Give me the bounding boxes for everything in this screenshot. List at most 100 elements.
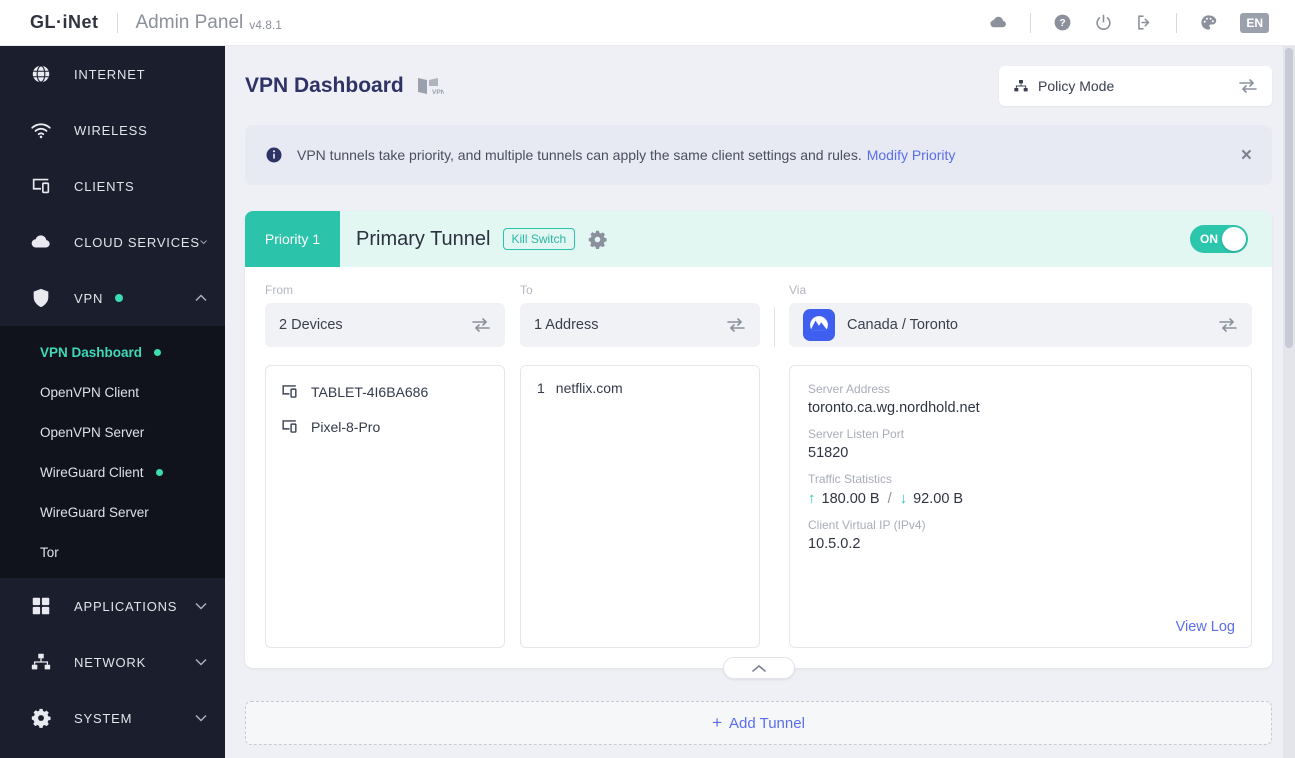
to-column: To 1 Address (520, 283, 760, 347)
kill-switch-badge: Kill Switch (502, 228, 576, 250)
listen-port-value: 51820 (808, 445, 849, 461)
add-tunnel-button[interactable]: + Add Tunnel (245, 701, 1272, 745)
policy-mode-label: Policy Mode (1038, 78, 1115, 94)
submenu-label: Tor (40, 544, 59, 560)
traffic-stats-value: ↑ 180.00 B / ↓ 92.00 B (808, 490, 1233, 507)
tunnel-card-header: Priority 1 Primary Tunnel Kill Switch ON (245, 211, 1272, 267)
gear-icon (31, 708, 51, 728)
topbar-actions: ? EN (989, 12, 1269, 33)
sidebar-item-tor[interactable]: Tor (0, 532, 225, 572)
tunnel-card: Priority 1 Primary Tunnel Kill Switch ON… (245, 211, 1272, 679)
devices-icon (32, 178, 50, 194)
sidebar-item-wireless[interactable]: WIRELESS (0, 102, 225, 158)
vpn-submenu: VPN Dashboard OpenVPN Client OpenVPN Ser… (0, 326, 225, 578)
submenu-label: WireGuard Server (40, 504, 149, 520)
scrollbar-thumb[interactable] (1285, 48, 1293, 348)
sidebar-item-wireguard-client[interactable]: WireGuard Client (0, 452, 225, 492)
globe-icon (32, 65, 50, 83)
upload-value: 180.00 B (821, 490, 880, 507)
vpn-book-icon: VPN (417, 78, 444, 96)
logout-icon[interactable] (1135, 13, 1154, 32)
listen-port-group: Server Listen Port 51820 (808, 427, 1233, 461)
sidebar-item-cloud-services[interactable]: CLOUD SERVICES (0, 214, 225, 270)
close-icon[interactable]: × (1241, 146, 1252, 165)
submenu-label: OpenVPN Server (40, 424, 145, 440)
cloud-icon[interactable] (989, 13, 1008, 32)
language-badge[interactable]: EN (1240, 12, 1269, 33)
topbar-divider (1030, 12, 1032, 33)
sidebar-item-openvpn-client[interactable]: OpenVPN Client (0, 372, 225, 412)
page-scrollbar[interactable] (1283, 46, 1295, 758)
status-dot (115, 294, 124, 302)
sidebar-label: NETWORK (74, 654, 147, 670)
topbar-divider (116, 12, 118, 33)
help-icon[interactable]: ? (1053, 13, 1072, 32)
addresses-panel: 1 netflix.com (520, 365, 760, 648)
via-server-selector[interactable]: Canada / Toronto (789, 303, 1252, 347)
sidebar-item-wireguard-server[interactable]: WireGuard Server (0, 492, 225, 532)
sidebar-label: VPN (74, 290, 104, 306)
listen-port-label: Server Listen Port (808, 427, 905, 441)
sidebar-item-vpn-dashboard[interactable]: VPN Dashboard (0, 332, 225, 372)
sidebar-item-system[interactable]: SYSTEM (0, 690, 225, 746)
server-details-panel: Server Address toronto.ca.wg.nordhold.ne… (789, 365, 1252, 648)
from-devices-selector[interactable]: 2 Devices (265, 303, 505, 347)
apps-grid-icon (32, 597, 50, 615)
status-dot (154, 348, 162, 356)
chevron-down-icon (195, 714, 207, 722)
modify-priority-link[interactable]: Modify Priority (867, 147, 956, 163)
add-tunnel-label: Add Tunnel (729, 714, 805, 732)
via-label: Via (789, 283, 807, 297)
submenu-label: WireGuard Client (40, 464, 144, 480)
main-content: VPN Dashboard VPN Policy Mode VPN tunnel… (225, 46, 1295, 758)
sidebar-label: SYSTEM (74, 710, 133, 726)
topbar-divider (1176, 12, 1178, 33)
topbar: GL·iNet Admin Panel v4.8.1 ? EN (0, 0, 1295, 46)
cloud-icon (31, 235, 50, 248)
sidebar-item-network[interactable]: NETWORK (0, 634, 225, 690)
sidebar-item-vpn[interactable]: VPN (0, 270, 225, 326)
theme-palette-icon[interactable] (1199, 13, 1218, 32)
device-list-item[interactable]: Pixel-8-Pro (280, 417, 490, 436)
view-log-link[interactable]: View Log (1176, 619, 1235, 635)
sidebar-item-internet[interactable]: INTERNET (0, 46, 225, 102)
address-list-item[interactable]: 1 netflix.com (537, 380, 743, 396)
traffic-stats-group: Traffic Statistics ↑ 180.00 B / ↓ 92.00 … (808, 472, 1233, 507)
device-icon (282, 385, 297, 398)
policy-hierarchy-icon (1014, 80, 1028, 92)
tunnel-on-toggle[interactable]: ON (1190, 225, 1248, 253)
device-icon (282, 420, 297, 433)
download-value: 92.00 B (913, 490, 964, 507)
power-icon[interactable] (1094, 13, 1113, 32)
detail-panels-row: TABLET-4I6BA686 Pixel-8-Pro 1 netflix.co… (265, 365, 1252, 648)
via-column: Via Canada / Toronto (789, 283, 1252, 347)
sidebar-item-clients[interactable]: CLIENTS (0, 158, 225, 214)
swap-icon (727, 318, 745, 332)
info-icon (266, 147, 282, 163)
wifi-icon (31, 123, 51, 139)
tunnel-settings-gear-icon[interactable] (587, 229, 608, 250)
toggle-state-label: ON (1200, 232, 1218, 246)
client-ip-label: Client Virtual IP (IPv4) (808, 518, 926, 532)
server-address-label: Server Address (808, 382, 891, 396)
banner-text: VPN tunnels take priority, and multiple … (297, 147, 862, 163)
sidebar-label: APPLICATIONS (74, 598, 178, 614)
nordvpn-logo-icon (803, 309, 835, 341)
traffic-separator: / (887, 490, 892, 507)
collapse-card-button[interactable] (722, 657, 795, 679)
sidebar-item-applications[interactable]: APPLICATIONS (0, 578, 225, 634)
sidebar-label: CLOUD SERVICES (74, 234, 200, 250)
device-name: Pixel-8-Pro (311, 418, 381, 435)
info-banner: VPN tunnels take priority, and multiple … (245, 125, 1272, 185)
priority-badge: Priority 1 (245, 211, 340, 267)
client-ip-value: 10.5.0.2 (808, 536, 861, 552)
from-value: 2 Devices (279, 317, 343, 333)
app-title: Admin Panel (135, 11, 244, 33)
device-list-item[interactable]: TABLET-4I6BA686 (280, 382, 490, 401)
sidebar-item-openvpn-server[interactable]: OpenVPN Server (0, 412, 225, 452)
page-header: VPN Dashboard VPN Policy Mode (245, 66, 1272, 106)
submenu-label: VPN Dashboard (40, 344, 143, 360)
policy-mode-selector[interactable]: Policy Mode (999, 66, 1272, 106)
to-value: 1 Address (534, 317, 599, 333)
to-address-selector[interactable]: 1 Address (520, 303, 760, 347)
